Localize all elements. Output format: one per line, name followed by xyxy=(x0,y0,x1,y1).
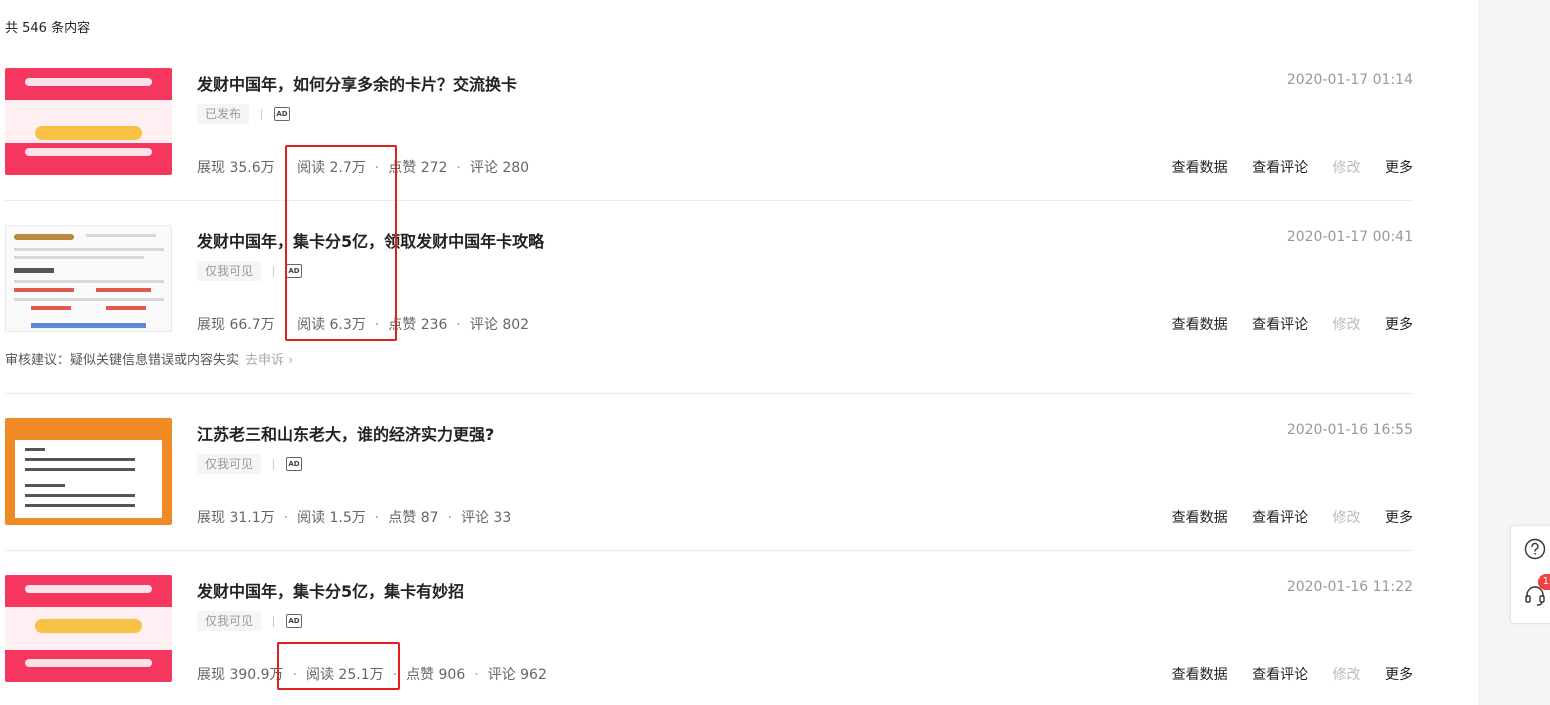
view-comments-link[interactable]: 查看评论 xyxy=(1252,667,1308,683)
article-title[interactable]: 发财中国年，如何分享多余的卡片？交流换卡 xyxy=(197,71,517,95)
view-data-link[interactable]: 查看数据 xyxy=(1172,510,1228,526)
content-item: 江苏老三和山东老大，谁的经济实力更强? 2020-01-16 16:55 仅我可… xyxy=(5,418,1413,528)
reads-stat: 阅读 1.5万 xyxy=(297,510,366,526)
likes-stat: 点赞 272 xyxy=(388,160,448,176)
content-item: 发财中国年，如何分享多余的卡片？交流换卡 2020-01-17 01:14 已发… xyxy=(5,68,1413,178)
separator xyxy=(273,265,275,277)
comments-stat: 评论 33 xyxy=(460,510,512,526)
article-title[interactable]: 江苏老三和山东老大，谁的经济实力更强? xyxy=(197,421,494,445)
action-links: 查看数据 查看评论 修改 更多 xyxy=(1152,507,1413,527)
article-thumbnail[interactable] xyxy=(5,225,172,332)
edit-link[interactable]: 修改 xyxy=(1333,667,1361,683)
more-link[interactable]: 更多 xyxy=(1385,667,1413,683)
edit-link[interactable]: 修改 xyxy=(1333,160,1361,176)
tag-row: 仅我可见 AD xyxy=(197,454,303,474)
audit-text: 审核建议：疑似关键信息错误或内容失实 xyxy=(5,353,240,368)
impressions-stat: 展现 66.7万 xyxy=(197,317,275,333)
view-comments-link[interactable]: 查看评论 xyxy=(1252,160,1308,176)
stats-row: 展现 31.1万 · 阅读 1.5万 · 点赞 87 · 评论 33 xyxy=(197,510,512,526)
comments-stat: 评论 962 xyxy=(487,667,547,683)
action-links: 查看数据 查看评论 修改 更多 xyxy=(1152,157,1413,177)
impressions-stat: 展现 390.9万 xyxy=(197,667,284,683)
divider xyxy=(5,393,1413,394)
action-links: 查看数据 查看评论 修改 更多 xyxy=(1152,664,1413,684)
view-comments-link[interactable]: 查看评论 xyxy=(1252,510,1308,526)
view-data-link[interactable]: 查看数据 xyxy=(1172,667,1228,683)
comments-stat: 评论 280 xyxy=(469,160,530,176)
article-thumbnail[interactable] xyxy=(5,575,172,682)
more-link[interactable]: 更多 xyxy=(1385,317,1413,333)
ad-icon: AD xyxy=(286,614,303,628)
view-data-link[interactable]: 查看数据 xyxy=(1172,317,1228,333)
tag-row: 已发布 AD xyxy=(197,104,291,124)
question-circle-icon[interactable] xyxy=(1524,538,1546,560)
status-badge: 仅我可见 xyxy=(197,261,262,281)
status-badge: 仅我可见 xyxy=(197,454,262,474)
appeal-link[interactable]: 去申诉 › xyxy=(245,353,293,368)
more-link[interactable]: 更多 xyxy=(1385,160,1413,176)
notification-badge: 12 xyxy=(1538,574,1550,590)
audit-suggestion: 审核建议：疑似关键信息错误或内容失实 去申诉 › xyxy=(5,349,293,368)
ad-icon: AD xyxy=(274,107,291,121)
edit-link[interactable]: 修改 xyxy=(1333,317,1361,333)
separator xyxy=(273,458,275,470)
publish-date: 2020-01-17 00:41 xyxy=(1286,229,1413,245)
article-title[interactable]: 发财中国年，集卡分5亿，集卡有妙招 xyxy=(197,578,464,602)
divider xyxy=(5,550,1413,551)
comments-stat: 评论 802 xyxy=(469,317,530,333)
highlight-box xyxy=(285,145,397,341)
likes-stat: 点赞 236 xyxy=(388,317,448,333)
separator xyxy=(261,108,263,120)
likes-stat: 点赞 906 xyxy=(406,667,466,683)
divider xyxy=(5,200,1413,201)
view-comments-link[interactable]: 查看评论 xyxy=(1252,317,1308,333)
article-thumbnail[interactable] xyxy=(5,418,172,525)
status-badge: 已发布 xyxy=(197,104,250,124)
impressions-stat: 展现 35.6万 xyxy=(197,160,275,176)
more-link[interactable]: 更多 xyxy=(1385,510,1413,526)
impressions-stat: 展现 31.1万 xyxy=(197,510,275,526)
highlight-box xyxy=(277,642,400,690)
content-item: 发财中国年，集卡分5亿，领取发财中国年卡攻略 2020-01-17 00:41 … xyxy=(5,225,1413,335)
publish-date: 2020-01-16 11:22 xyxy=(1286,579,1413,595)
tag-row: 仅我可见 AD xyxy=(197,611,303,631)
edit-link[interactable]: 修改 xyxy=(1333,510,1361,526)
separator xyxy=(273,615,275,627)
publish-date: 2020-01-17 01:14 xyxy=(1286,72,1413,88)
content-item: 发财中国年，集卡分5亿，集卡有妙招 2020-01-16 11:22 仅我可见 … xyxy=(5,575,1413,685)
view-data-link[interactable]: 查看数据 xyxy=(1172,160,1228,176)
total-count: 共 546 条内容 xyxy=(5,21,91,36)
status-badge: 仅我可见 xyxy=(197,611,262,631)
action-links: 查看数据 查看评论 修改 更多 xyxy=(1152,314,1413,334)
article-thumbnail[interactable] xyxy=(5,68,172,175)
publish-date: 2020-01-16 16:55 xyxy=(1286,422,1413,438)
ad-icon: AD xyxy=(286,457,303,471)
floating-side-panel: 12 xyxy=(1510,525,1550,624)
likes-stat: 点赞 87 xyxy=(388,510,439,526)
